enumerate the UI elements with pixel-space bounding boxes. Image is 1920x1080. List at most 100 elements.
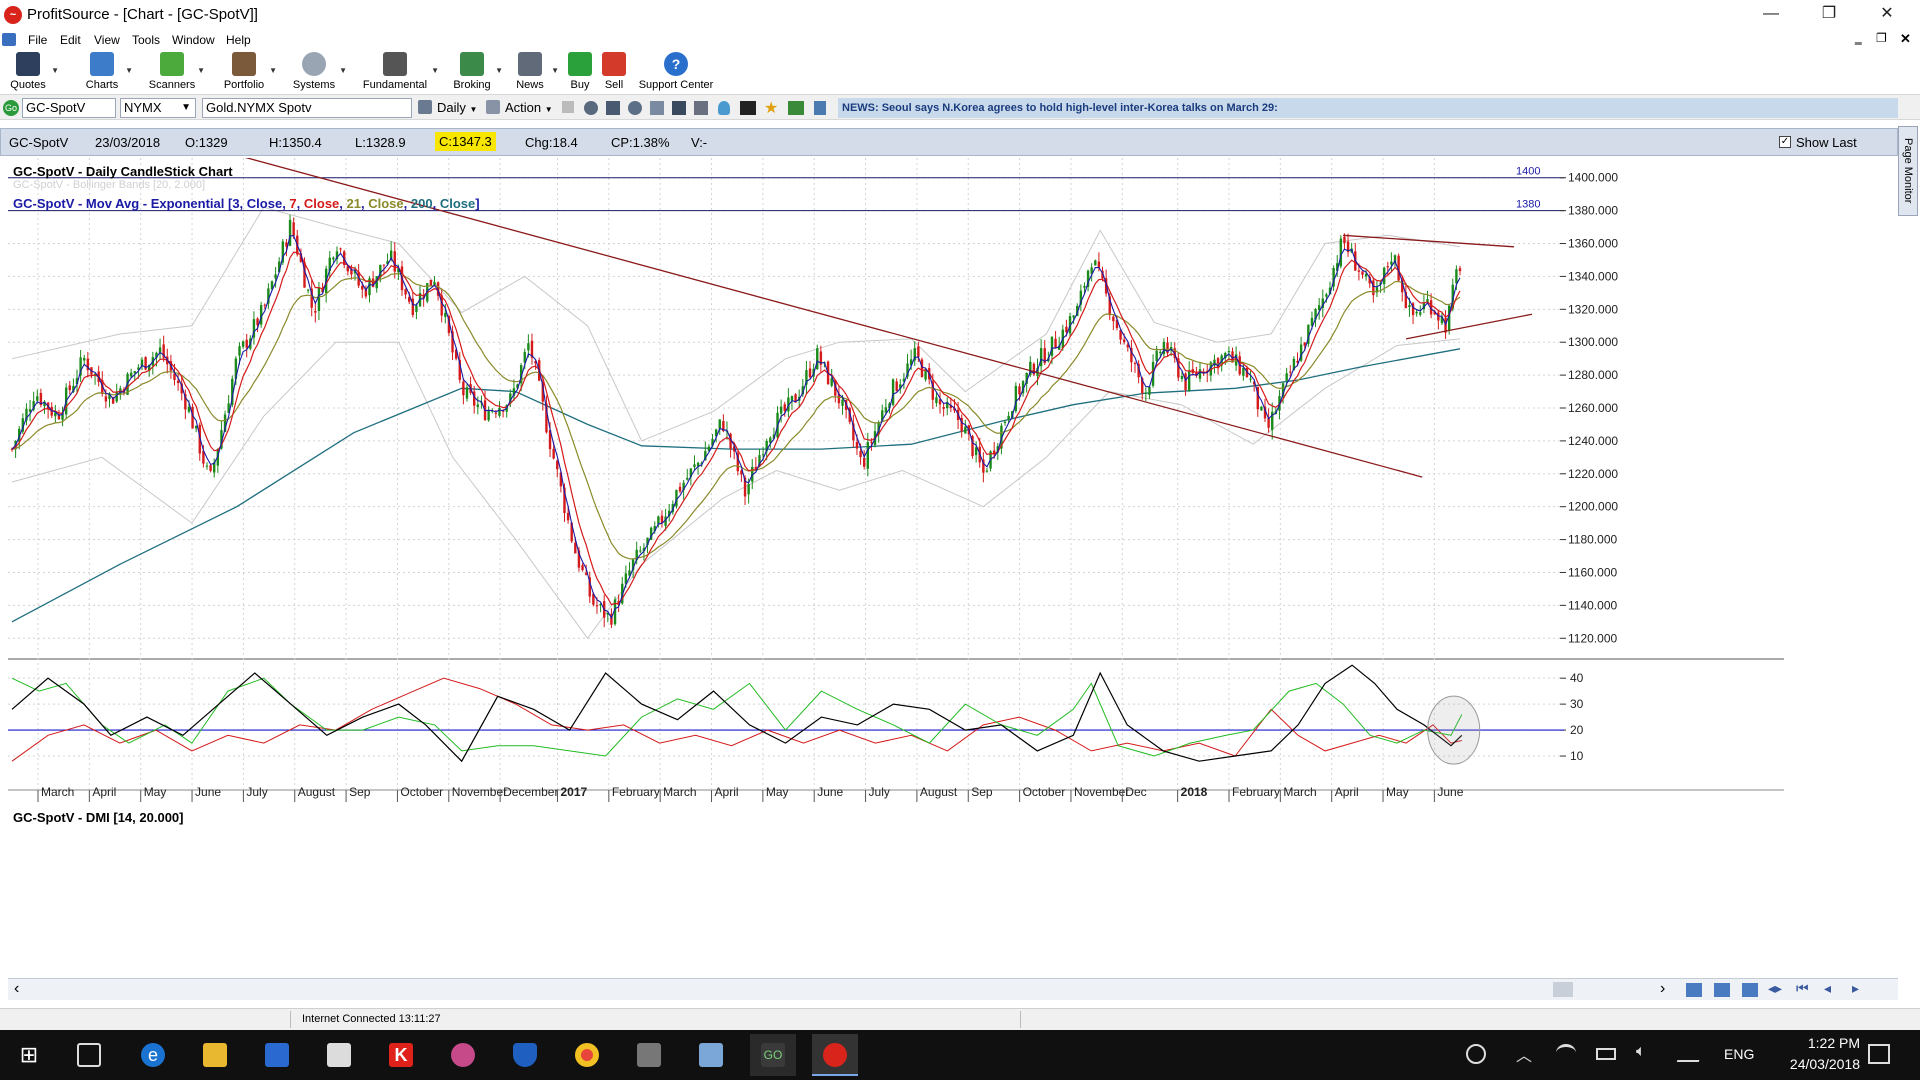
indicator-tool-icon[interactable] [650,101,664,115]
k-app-icon[interactable]: K [378,1034,424,1076]
paint-icon[interactable] [440,1034,486,1076]
page-monitor-tab[interactable]: Page Monitor [1898,126,1918,216]
minimize-button[interactable]: — [1748,0,1794,30]
step-back-icon[interactable]: ◂ [1824,980,1831,997]
action-menu-icon[interactable] [486,100,500,114]
notifications-icon[interactable] [1868,1044,1890,1064]
candle-down [1184,373,1187,391]
office-app-icon[interactable] [688,1034,734,1076]
quotes-button[interactable]: Quotes ▼ [6,50,59,94]
portfolio-button[interactable]: Portfolio ▼ [220,50,277,94]
month-label: March [41,785,74,799]
restore-button[interactable]: ❐ [1806,0,1852,30]
star-icon[interactable]: ★ [764,98,778,118]
zoom-out-icon[interactable] [1714,983,1730,997]
task-view-icon[interactable] [66,1034,112,1076]
crosshair-tool-icon[interactable] [584,101,598,115]
show-last-checkbox[interactable]: ✓ [1779,136,1791,148]
security-shield-icon[interactable] [502,1034,548,1076]
scroll-both-icon[interactable]: ◂▸ [1768,980,1782,997]
chart-canvas[interactable]: 1400 1380 1400.000 1380.000 1360.000 1340.00… [8,158,1784,970]
calculator-icon[interactable] [316,1034,362,1076]
chevron-down-icon[interactable]: ▼ [495,66,503,75]
chrome-icon[interactable] [564,1034,610,1076]
watchlist-tool-icon[interactable] [788,101,804,115]
file-explorer-icon[interactable] [192,1034,238,1076]
chevron-down-icon[interactable]: ▼ [339,66,347,75]
scroll-left-button[interactable]: ‹ [14,980,19,998]
camera-icon[interactable] [626,1034,672,1076]
edge-icon[interactable]: e [130,1034,176,1076]
sell-button[interactable]: Sell [600,50,628,94]
go-start-icon[interactable]: ⏮ [1796,980,1809,997]
support-center-button[interactable]: ? Support Center [636,50,716,94]
menu-help[interactable]: Help [226,33,251,47]
zoom-fit-icon[interactable] [1742,983,1758,997]
windows-start-icon[interactable]: ⊞ [6,1034,52,1076]
store-icon[interactable] [254,1034,300,1076]
language-indicator[interactable]: ENG [1724,1046,1754,1062]
menu-view[interactable]: View [94,33,120,47]
chevron-down-icon[interactable]: ▼ [197,66,205,75]
drawing-tool-icon[interactable] [606,101,620,115]
broking-button[interactable]: Broking ▼ [450,50,503,94]
menu-file[interactable]: File [28,33,47,47]
chart-panel[interactable]: 1400 1380 1400.000 1380.000 1360.000 1340.00… [8,158,1784,970]
period-select[interactable]: Daily ▼ [437,100,477,115]
candle-up [1180,375,1184,380]
scroll-thumb[interactable] [1553,982,1573,997]
menu-window[interactable]: Window [172,33,215,47]
trendline[interactable] [1343,234,1515,248]
alert-tool-icon[interactable] [740,101,756,115]
news-button[interactable]: News ▼ [510,50,559,94]
chevron-up-icon[interactable]: ︿ [1516,1042,1532,1066]
candle-down [1267,417,1270,428]
chevron-down-icon[interactable]: ▼ [269,66,277,75]
go-icon[interactable]: Go [3,100,19,116]
mdi-close-button[interactable]: ✕ [1900,31,1911,47]
close-button[interactable]: ✕ [1864,0,1910,30]
news-ticker[interactable]: NEWS: Seoul says N.Korea agrees to hold … [838,98,1898,118]
menu-tools[interactable]: Tools [132,33,160,47]
chevron-down-icon[interactable]: ▼ [51,66,59,75]
document-icon[interactable] [2,33,16,46]
clock-date[interactable]: 24/03/2018 [1770,1056,1860,1072]
description-field[interactable]: Gold.NYMX Spotv [202,98,412,118]
fundamental-button[interactable]: Fundamental ▼ [360,50,439,94]
scanners-button[interactable]: Scanners ▼ [148,50,205,94]
dmi-tick-label: 40 [1570,671,1584,685]
exchange-select[interactable]: NYMX ▼ [120,98,196,118]
step-forward-icon[interactable]: ▸ [1852,980,1859,997]
chevron-down-icon[interactable]: ▼ [125,66,133,75]
candle-down [292,222,295,236]
systems-button[interactable]: Systems ▼ [290,50,347,94]
chevron-down-icon[interactable]: ▼ [431,66,439,75]
mdi-restore-button[interactable]: ❐ [1876,31,1887,45]
zoom-tool-icon[interactable] [628,101,642,115]
scroll-right-button[interactable]: › [1660,980,1665,998]
go-app-icon[interactable]: GO [750,1034,796,1076]
pen-icon[interactable] [1676,1044,1706,1062]
profitsource-icon[interactable]: ~ [4,6,22,24]
people-icon[interactable] [1466,1044,1486,1064]
lightbulb-icon[interactable] [718,101,730,115]
calendar-icon[interactable] [418,100,432,114]
mdi-minimize-button[interactable]: ‗ [1855,31,1862,45]
action-menu-button[interactable]: Action ▼ [505,100,553,115]
battery-icon[interactable] [1596,1048,1616,1060]
chevron-down-icon[interactable]: ▼ [551,66,559,75]
news-flag-icon[interactable] [814,101,826,115]
symbol-input[interactable]: GC-SpotV [22,98,116,118]
trendline-tool-icon[interactable] [694,101,708,115]
pattern-tool-icon[interactable] [672,101,686,115]
zoom-in-icon[interactable] [1686,983,1702,997]
clock-time[interactable]: 1:22 PM [1770,1035,1860,1051]
buy-button[interactable]: Buy [566,50,594,94]
wifi-icon[interactable] [1556,1044,1576,1062]
menu-edit[interactable]: Edit [60,33,81,47]
volume-icon[interactable]: 🔈︎ [1636,1043,1646,1061]
trendline[interactable] [1405,313,1533,340]
charts-button[interactable]: Charts ▼ [80,50,133,94]
blank-tool-icon[interactable] [562,101,574,113]
profitsource-taskbar-icon[interactable] [812,1034,858,1076]
